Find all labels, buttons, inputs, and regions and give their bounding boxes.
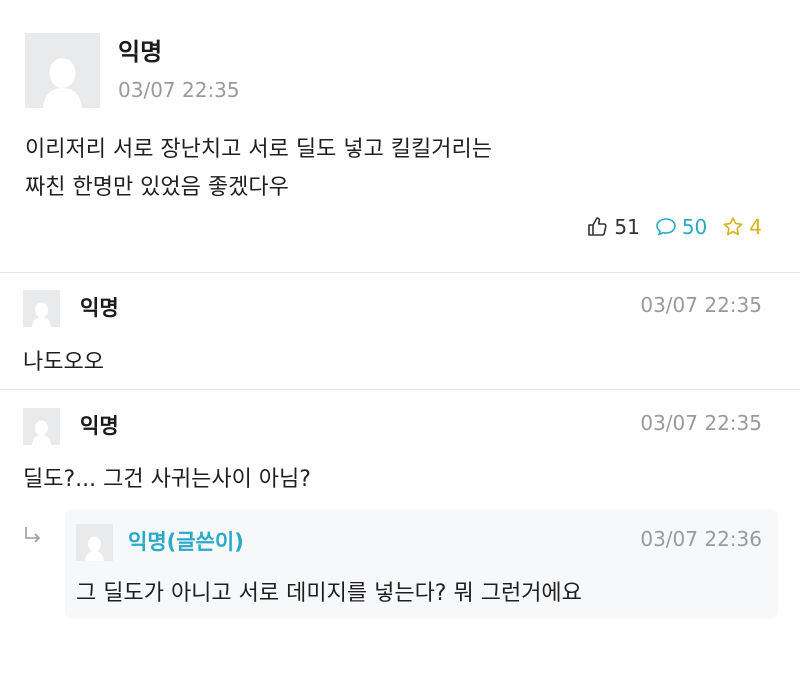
like-count: 51	[614, 215, 640, 239]
default-avatar-icon	[23, 290, 60, 327]
post-body-line: 이리저리 서로 장난치고 서로 딜도 넣고 킬킬거리는	[25, 137, 493, 162]
divider	[0, 272, 800, 273]
like-button[interactable]: 51	[586, 215, 640, 239]
comment-count: 50	[681, 215, 708, 239]
post-body: 이리저리 서로 장난치고 서로 딜도 넣고 킬킬거리는 짜친 한명만 있었음 좋…	[25, 131, 492, 207]
comment-author-avatar	[23, 408, 60, 445]
comment-author-name[interactable]: 익명	[80, 410, 119, 440]
comment-timestamp: 03/07 22:35	[640, 293, 762, 317]
star-icon	[723, 217, 743, 236]
post-timestamp: 03/07 22:35	[118, 78, 240, 102]
comment-timestamp: 03/07 22:35	[640, 411, 762, 435]
post-body-line: 짜친 한명만 있었음 좋겠다우	[25, 175, 289, 200]
post-author-name[interactable]: 익명	[118, 32, 162, 67]
reply-arrow-icon	[22, 525, 44, 547]
default-avatar-icon	[76, 524, 113, 561]
scrap-button[interactable]: 4	[721, 215, 762, 239]
comment-text: 나도오오	[23, 350, 104, 375]
comment-count-button[interactable]: 50	[654, 215, 707, 239]
reply-author-avatar	[76, 524, 113, 561]
default-avatar-icon	[23, 408, 60, 445]
reply-text: 그 딜도가 아니고 서로 데미지를 넣는다? 뭐 그런거에요	[76, 581, 582, 606]
default-avatar-icon	[25, 33, 100, 108]
reply-timestamp: 03/07 22:36	[640, 527, 762, 551]
scrap-count: 4	[749, 215, 762, 239]
post-stats: 51 50 4	[586, 214, 762, 240]
reply-author-name[interactable]: 익명(글쓴이)	[128, 526, 244, 556]
post-author-avatar	[25, 33, 100, 108]
thumbs-up-icon	[588, 217, 607, 236]
speech-bubble-icon	[656, 218, 676, 236]
comment-author-name[interactable]: 익명	[80, 292, 119, 322]
comment-author-avatar	[23, 290, 60, 327]
comment-text: 딜도?... 그건 사귀는사이 아님?	[23, 467, 311, 492]
divider	[0, 389, 800, 390]
